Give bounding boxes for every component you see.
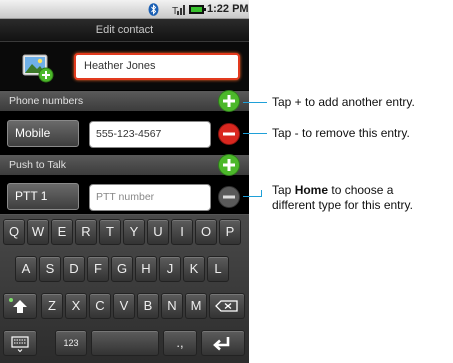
keyboard-settings-key[interactable] bbox=[3, 330, 37, 356]
callout-line-remove bbox=[243, 133, 267, 134]
numbers-key[interactable]: 123 bbox=[55, 330, 87, 356]
ptt-type-button[interactable]: PTT 1 bbox=[7, 183, 79, 210]
key-t[interactable]: T bbox=[99, 219, 121, 245]
section-header-phone: Phone numbers bbox=[0, 91, 249, 111]
key-l[interactable]: L bbox=[207, 256, 229, 282]
minus-icon bbox=[218, 123, 240, 145]
plus-icon bbox=[218, 90, 240, 112]
callout-line-home bbox=[243, 196, 261, 197]
enter-key[interactable] bbox=[201, 330, 245, 356]
phone-number-field[interactable]: 555-123-4567 bbox=[89, 121, 211, 148]
key-o[interactable]: O bbox=[195, 219, 217, 245]
key-f[interactable]: F bbox=[87, 256, 109, 282]
battery-icon bbox=[189, 5, 206, 14]
key-d[interactable]: D bbox=[63, 256, 85, 282]
add-ptt-button[interactable] bbox=[218, 154, 240, 176]
space-key[interactable] bbox=[91, 330, 159, 356]
callout-home-line2: different type for this entry. bbox=[272, 198, 413, 212]
key-h[interactable]: H bbox=[135, 256, 157, 282]
key-c[interactable]: C bbox=[89, 293, 111, 319]
key-p[interactable]: P bbox=[219, 219, 241, 245]
key-m[interactable]: M bbox=[185, 293, 207, 319]
key-u[interactable]: U bbox=[147, 219, 169, 245]
backspace-key[interactable] bbox=[209, 293, 245, 319]
callout-line-add bbox=[243, 102, 267, 103]
plus-icon bbox=[218, 154, 240, 176]
minus-icon bbox=[218, 186, 240, 208]
status-time: 1:22 PM bbox=[207, 3, 249, 15]
callout-remove: Tap - to remove this entry. bbox=[272, 126, 410, 140]
name-field[interactable]: Heather Jones bbox=[74, 53, 240, 80]
ptt-number-field[interactable]: PTT number bbox=[89, 184, 211, 211]
key-x[interactable]: X bbox=[65, 293, 87, 319]
section-header-ptt: Push to Talk bbox=[0, 155, 249, 175]
page-title: Edit contact bbox=[0, 19, 249, 42]
key-w[interactable]: W bbox=[27, 219, 49, 245]
backspace-icon bbox=[215, 300, 238, 312]
shift-key[interactable] bbox=[3, 293, 37, 319]
key-v[interactable]: V bbox=[113, 293, 135, 319]
callout-home: Tap Home to choose a different type for … bbox=[272, 183, 452, 213]
punctuation-key[interactable]: ., bbox=[163, 330, 197, 356]
phone-type-button[interactable]: Mobile bbox=[7, 120, 79, 147]
enter-icon bbox=[213, 337, 230, 351]
add-phone-button[interactable] bbox=[218, 90, 240, 112]
key-z[interactable]: Z bbox=[41, 293, 63, 319]
key-a[interactable]: A bbox=[15, 256, 37, 282]
key-s[interactable]: S bbox=[39, 256, 61, 282]
callout-home-prefix: Tap bbox=[272, 183, 295, 197]
callout-add: Tap + to add another entry. bbox=[272, 95, 415, 109]
key-k[interactable]: K bbox=[183, 256, 205, 282]
on-screen-keyboard: Q W E R T Y U I O P A S D F G H J K L Z … bbox=[0, 214, 249, 363]
callout-home-suffix: to choose a bbox=[328, 183, 394, 197]
key-e[interactable]: E bbox=[51, 219, 73, 245]
remove-ptt-button[interactable] bbox=[218, 186, 240, 208]
key-j[interactable]: J bbox=[159, 256, 181, 282]
key-g[interactable]: G bbox=[111, 256, 133, 282]
add-photo-icon[interactable] bbox=[21, 53, 57, 83]
key-n[interactable]: N bbox=[161, 293, 183, 319]
callout-home-key: Home bbox=[294, 183, 329, 197]
callout-line-home-v bbox=[261, 190, 262, 197]
status-bar: T 1:22 PM bbox=[0, 0, 249, 19]
signal-icon: T bbox=[172, 5, 185, 16]
key-i[interactable]: I bbox=[171, 219, 193, 245]
shift-icon bbox=[9, 298, 27, 313]
keyboard-settings-icon bbox=[11, 336, 29, 353]
key-r[interactable]: R bbox=[75, 219, 97, 245]
remove-phone-button[interactable] bbox=[218, 123, 240, 145]
key-b[interactable]: B bbox=[137, 293, 159, 319]
phone-screen: T 1:22 PM Edit contact Heather Jones Pho… bbox=[0, 0, 249, 363]
bluetooth-icon bbox=[148, 3, 159, 16]
key-y[interactable]: Y bbox=[123, 219, 145, 245]
key-q[interactable]: Q bbox=[3, 219, 25, 245]
